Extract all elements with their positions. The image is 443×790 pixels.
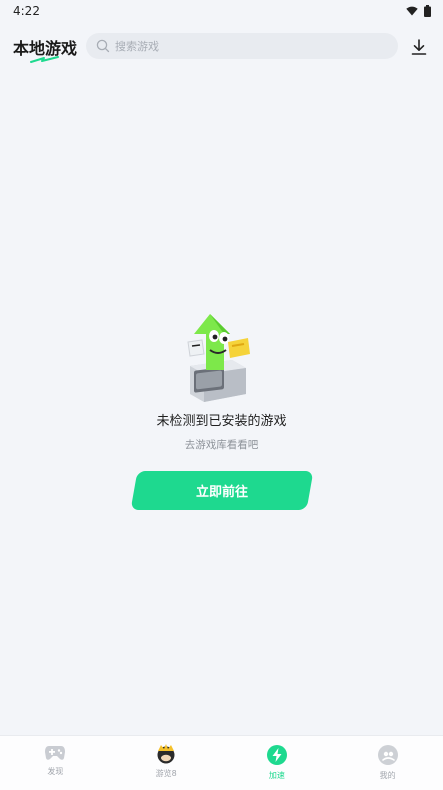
lightning-icon — [266, 745, 287, 765]
tab-browse[interactable]: 游览8 — [111, 736, 222, 790]
tab-accelerate-label: 加速 — [268, 771, 285, 780]
avatar-icon — [157, 744, 175, 764]
go-now-button[interactable]: 立即前往 — [130, 471, 313, 510]
battery-icon — [424, 5, 431, 17]
search-placeholder: 搜索游戏 — [115, 40, 159, 53]
tab-accelerate[interactable]: 加速 — [222, 736, 333, 790]
app-header: 本地游戏 搜索游戏 — [0, 28, 443, 68]
status-bar: 4:22 — [0, 0, 443, 22]
status-icons — [406, 5, 431, 17]
profile-icon — [377, 745, 398, 765]
wifi-icon — [406, 6, 418, 16]
status-time: 4:22 — [13, 4, 40, 18]
tab-discover[interactable]: 发现 — [0, 736, 111, 790]
tab-browse-label: 游览8 — [155, 769, 177, 778]
search-icon — [96, 39, 110, 53]
empty-state-subtitle: 去游戏库看看吧 — [184, 439, 259, 451]
empty-state: 未检测到已安装的游戏 去游戏库看看吧 立即前往 — [0, 308, 443, 510]
bottom-nav: 发现 游览8 加速 我的 — [0, 735, 443, 790]
search-input[interactable]: 搜索游戏 — [86, 33, 398, 59]
tab-discover-label: 发现 — [47, 767, 64, 776]
tab-profile[interactable]: 我的 — [332, 736, 443, 790]
gamepad-icon — [45, 746, 66, 760]
download-icon — [411, 39, 427, 55]
tab-profile-label: 我的 — [379, 771, 396, 780]
empty-state-title: 未检测到已安装的游戏 — [156, 414, 287, 429]
download-button[interactable] — [406, 34, 432, 60]
title-underline-decoration — [30, 56, 59, 63]
empty-illustration — [186, 314, 250, 402]
go-now-button-label: 立即前往 — [195, 484, 248, 499]
